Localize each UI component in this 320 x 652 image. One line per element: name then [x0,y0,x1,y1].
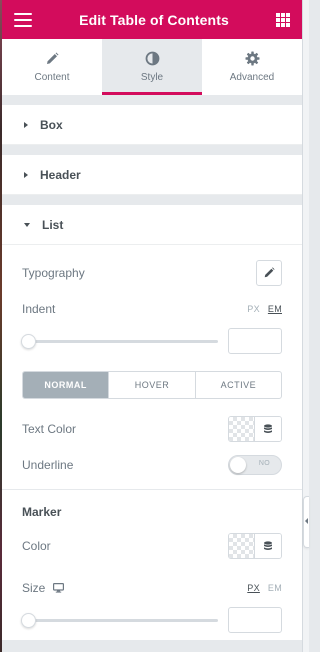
half-circle-icon [145,51,159,66]
panel-title: Edit Table of Contents [79,11,229,28]
size-input[interactable] [228,607,282,633]
tab-advanced-label: Advanced [229,72,275,83]
indent-slider-row [21,321,282,361]
desktop-icon[interactable] [53,583,65,593]
pencil-icon [264,267,275,278]
section-list-body: Typography Indent PX EM NORMAL HOVER ACT… [2,245,302,640]
marker-size-label-wrap: Size [22,581,65,595]
typography-label: Typography [22,266,85,280]
underline-control: Underline NO [22,451,282,485]
caret-right-icon [24,121,28,128]
panel-tabs: Content Style Advanced [2,39,302,95]
global-colors-icon[interactable] [255,534,281,558]
marker-color-label: Color [22,539,51,553]
caret-down-icon [24,222,30,227]
section-box-toggle[interactable]: Box [2,105,302,145]
typography-control: Typography [22,245,282,293]
slider-track [22,340,218,343]
indent-label: Indent [22,302,56,316]
indent-unit-px[interactable]: PX [247,304,260,314]
indent-input[interactable] [228,328,282,354]
marker-label: Marker [22,505,62,519]
marker-size-label: Size [22,581,46,595]
size-unit-em[interactable]: EM [268,583,282,593]
underline-label: Underline [22,458,74,472]
section-header-label: Header [40,167,81,182]
section-list-label: List [42,217,64,232]
text-color-label: Text Color [22,422,77,436]
preview-edge [302,0,309,652]
size-unit-switch: PX EM [247,583,282,593]
marker-size-control: Size PX EM [22,576,282,600]
size-slider[interactable] [21,613,218,628]
panel-header: Edit Table of Contents [2,0,302,39]
tab-content-label: Content [34,71,70,83]
marker-color-control: Color [22,530,282,562]
tab-style-label: Style [140,72,164,83]
slider-handle[interactable] [21,334,36,349]
marker-color-picker [228,533,282,559]
indent-unit-switch: PX EM [247,304,282,314]
tab-style[interactable]: Style [102,39,202,95]
text-color-swatch[interactable] [229,417,255,441]
size-slider-row [21,600,282,640]
collapse-panel-button[interactable] [303,496,309,548]
toggle-state-text: NO [258,460,270,467]
size-unit-px[interactable]: PX [247,583,260,593]
spacer [2,95,302,105]
marker-color-swatch[interactable] [229,534,255,558]
indent-control: Indent PX EM [22,297,282,321]
state-tabs: NORMAL HOVER ACTIVE [22,371,282,399]
indent-unit-em[interactable]: EM [268,304,282,314]
state-tab-normal[interactable]: NORMAL [23,372,110,398]
marker-heading: Marker [22,490,282,530]
slider-handle[interactable] [21,613,36,628]
caret-right-icon [24,171,28,178]
state-tabs-wrap: NORMAL HOVER ACTIVE [22,361,282,399]
spacer [2,145,302,155]
gear-icon [245,51,259,66]
slider-track [22,619,218,622]
tab-content[interactable]: Content [2,39,102,95]
state-tab-hover[interactable]: HOVER [109,372,196,398]
section-header-toggle[interactable]: Header [2,155,302,195]
state-tab-active[interactable]: ACTIVE [196,372,281,398]
grid-icon[interactable] [276,12,290,27]
section-list-toggle[interactable]: List [2,205,302,245]
tab-advanced[interactable]: Advanced [202,39,302,95]
section-box-label: Box [40,117,63,132]
typography-edit-button[interactable] [256,260,282,286]
indent-slider[interactable] [21,334,218,349]
global-colors-icon[interactable] [255,417,281,441]
toggle-knob [230,457,246,473]
text-color-picker [228,416,282,442]
underline-toggle[interactable]: NO [228,455,282,475]
pencil-icon [47,52,59,64]
text-color-control: Text Color [22,407,282,451]
hamburger-icon[interactable] [14,12,32,27]
spacer [2,195,302,205]
editor-panel: Edit Table of Contents Content Style Adv… [2,0,302,652]
